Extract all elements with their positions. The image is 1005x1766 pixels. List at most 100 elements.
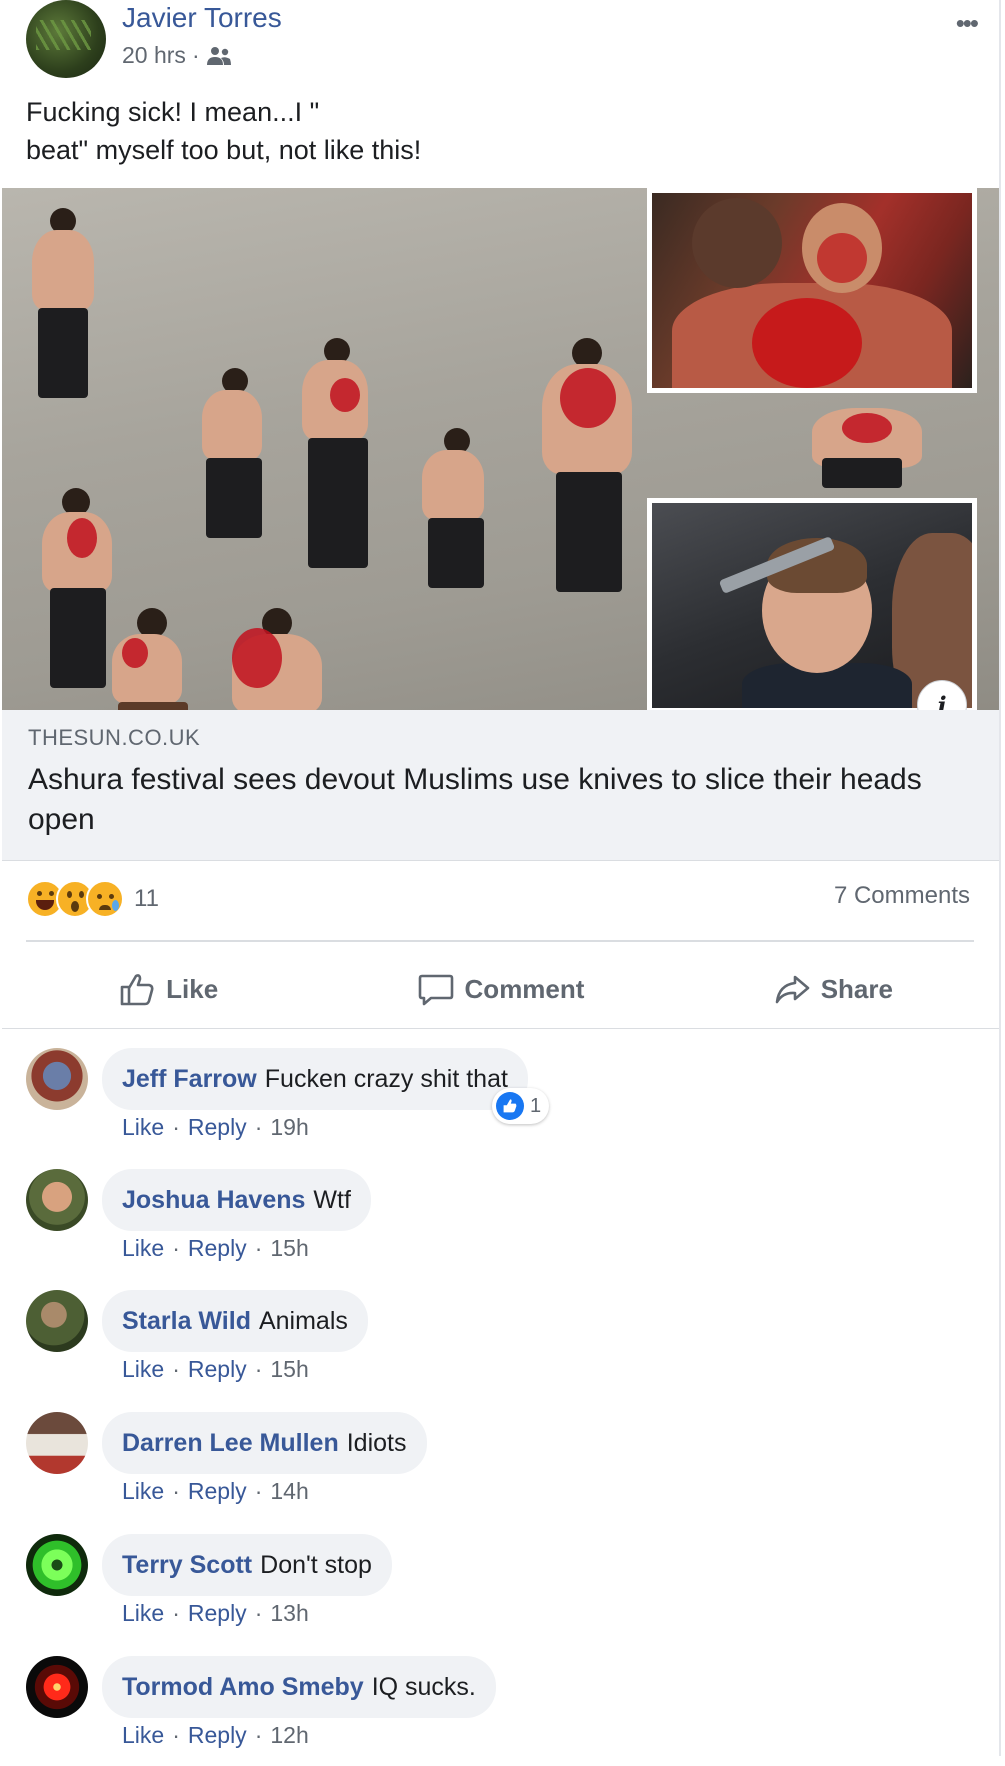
share-label: Share	[820, 973, 893, 1004]
comment-reply-link[interactable]: Reply	[188, 1114, 247, 1141]
comment-bubble: Tormod Amo Smeby IQ sucks.	[102, 1656, 496, 1718]
comment-time[interactable]: 15h	[270, 1356, 308, 1383]
dot-separator: ·	[254, 1356, 263, 1382]
comment-reply-link[interactable]: Reply	[188, 1235, 247, 1262]
comment-like-link[interactable]: Like	[122, 1235, 164, 1262]
comment-label: Comment	[464, 973, 585, 1004]
post-time[interactable]: 20 hrs	[122, 42, 186, 69]
like-button[interactable]: Like	[2, 950, 334, 1028]
author-avatar[interactable]	[26, 0, 106, 78]
comment-like-link[interactable]: Like	[122, 1722, 164, 1749]
comment-text: Animals	[258, 1306, 348, 1335]
comment-item: Joshua Havens Wtf Like · Reply · 15h	[26, 1169, 986, 1279]
post-text-line-2: beat" myself too but, not like this!	[26, 135, 422, 165]
dot-separator: ·	[172, 1235, 180, 1261]
comment-item: Terry Scott Don't stop Like · Reply · 13…	[26, 1534, 986, 1644]
thumbs-up-icon	[120, 974, 154, 1006]
inset-photo-bottom	[647, 498, 977, 710]
link-preview-image[interactable]	[2, 188, 999, 710]
reaction-count: 11	[134, 885, 159, 912]
comment-time[interactable]: 15h	[270, 1235, 308, 1262]
like-reaction-icon	[496, 1092, 524, 1120]
comment-time[interactable]: 14h	[270, 1478, 308, 1505]
comment-reply-link[interactable]: Reply	[188, 1356, 247, 1383]
dot-separator: ·	[254, 1478, 263, 1504]
dot-separator: ·	[254, 1722, 263, 1748]
comment-reply-link[interactable]: Reply	[188, 1478, 247, 1505]
comment-text: Fucken crazy shit that	[264, 1064, 508, 1093]
comment-like-link[interactable]: Like	[122, 1478, 164, 1505]
comment-like-link[interactable]: Like	[122, 1356, 164, 1383]
comment-time[interactable]: 13h	[270, 1600, 308, 1627]
comment-bubble: Jeff Farrow Fucken crazy shit that	[102, 1048, 528, 1110]
comment-text: Idiots	[346, 1428, 407, 1457]
friends-audience-icon[interactable]	[206, 45, 232, 67]
comment-actions: Like · Reply · 15h	[122, 1235, 309, 1262]
dot-separator: ·	[254, 1235, 263, 1261]
comment-actions: Like · Reply · 14h	[122, 1478, 309, 1505]
comment-reply-link[interactable]: Reply	[188, 1600, 247, 1627]
dot-separator: ·	[172, 1114, 180, 1140]
comment-item: Starla Wild Animals Like · Reply · 15h	[26, 1290, 986, 1400]
comment-bubble-icon	[418, 974, 453, 1006]
comment-like-link[interactable]: Like	[122, 1114, 164, 1141]
link-preview-box[interactable]: THESUN.CO.UK Ashura festival sees devout…	[2, 710, 999, 861]
reactions-summary[interactable]: 11	[26, 880, 159, 918]
dot-separator: ·	[172, 1600, 180, 1626]
divider	[26, 940, 974, 942]
comment-time[interactable]: 12h	[270, 1722, 308, 1749]
comment-bubble: Darren Lee Mullen Idiots	[102, 1412, 427, 1474]
comment-actions: Like · Reply · 19h	[122, 1114, 309, 1141]
sad-reaction-icon	[86, 880, 124, 918]
meta-separator: ·	[191, 42, 200, 68]
commenter-avatar[interactable]	[26, 1169, 88, 1231]
action-bar: Like Comment Share	[2, 950, 999, 1029]
commenter-avatar[interactable]	[26, 1534, 88, 1596]
comment-actions: Like · Reply · 15h	[122, 1356, 309, 1383]
commenter-avatar[interactable]	[26, 1412, 88, 1474]
comments-count-link[interactable]: 7 Comments	[834, 882, 970, 910]
comment-actions: Like · Reply · 13h	[122, 1600, 309, 1627]
comment-item: Tormod Amo Smeby IQ sucks. Like · Reply …	[26, 1656, 986, 1766]
comment-like-link[interactable]: Like	[122, 1600, 164, 1627]
like-label: Like	[166, 973, 219, 1004]
author-name[interactable]: Javier Torres	[122, 2, 282, 34]
commenter-name[interactable]: Darren Lee Mullen	[122, 1429, 339, 1458]
more-options-icon[interactable]: •••	[956, 10, 979, 36]
dot-separator: ·	[172, 1722, 180, 1748]
commenter-avatar[interactable]	[26, 1048, 88, 1110]
commenter-name[interactable]: Jeff Farrow	[122, 1065, 257, 1094]
commenter-avatar[interactable]	[26, 1290, 88, 1352]
link-headline[interactable]: Ashura festival sees devout Muslims use …	[28, 760, 968, 840]
comment-item: Jeff Farrow Fucken crazy shit that 1 Lik…	[26, 1048, 986, 1158]
commenter-name[interactable]: Tormod Amo Smeby	[122, 1673, 364, 1702]
dot-separator: ·	[254, 1114, 263, 1140]
comment-bubble: Terry Scott Don't stop	[102, 1534, 392, 1596]
comment-reaction-count: 1	[530, 1094, 542, 1117]
post-meta: 20 hrs ·	[122, 42, 232, 69]
comment-bubble: Starla Wild Animals	[102, 1290, 368, 1352]
comment-button[interactable]: Comment	[334, 950, 666, 1028]
dot-separator: ·	[254, 1600, 263, 1626]
commenter-name[interactable]: Terry Scott	[122, 1551, 252, 1580]
comment-reaction-badge[interactable]: 1	[492, 1088, 550, 1124]
comment-reply-link[interactable]: Reply	[188, 1722, 247, 1749]
link-domain: THESUN.CO.UK	[28, 725, 201, 750]
comment-actions: Like · Reply · 12h	[122, 1722, 309, 1749]
comment-time[interactable]: 19h	[270, 1114, 308, 1141]
comment-text: IQ sucks.	[371, 1672, 476, 1701]
inset-photo-top	[647, 188, 977, 393]
share-arrow-icon	[775, 975, 809, 1004]
comment-text: Don't stop	[260, 1550, 372, 1579]
comment-text: Wtf	[313, 1185, 351, 1214]
dot-separator: ·	[172, 1356, 180, 1382]
post-text: Fucking sick! I mean...I " beat" myself …	[26, 93, 926, 169]
commenter-avatar[interactable]	[26, 1656, 88, 1718]
dot-separator: ·	[172, 1478, 180, 1504]
commenter-name[interactable]: Joshua Havens	[122, 1186, 305, 1215]
comment-bubble: Joshua Havens Wtf	[102, 1169, 371, 1231]
comment-item: Darren Lee Mullen Idiots Like · Reply · …	[26, 1412, 986, 1522]
post-text-line-1: Fucking sick! I mean...I "	[26, 97, 320, 127]
share-button[interactable]: Share	[667, 950, 999, 1028]
commenter-name[interactable]: Starla Wild	[122, 1307, 251, 1336]
